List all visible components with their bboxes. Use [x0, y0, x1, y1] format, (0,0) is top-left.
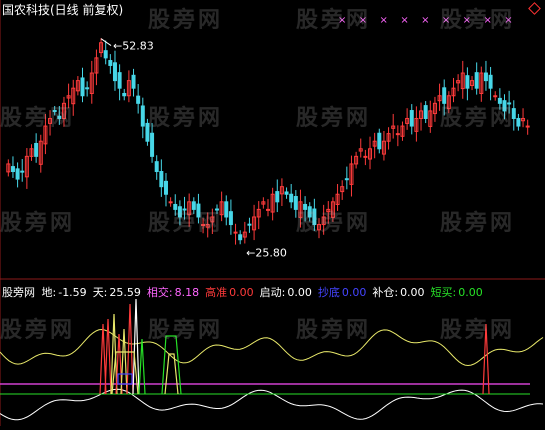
indicator-legend: 股旁网 地: -1.59 天: 25.59 相交: 8.18 高准 0.00 启动: 0.00 抄底…: [2, 284, 492, 300]
kline-chart: ←52.83 ←25.80 × × × × × × × × ×: [0, 0, 545, 426]
signal-marker: ×: [483, 15, 491, 26]
candle-body: [103, 50, 108, 59]
candle-body: [363, 155, 368, 158]
candle-body: [293, 196, 298, 210]
candle-body: [173, 203, 178, 210]
signal-marker: ×: [442, 15, 450, 26]
indicator-label: 相交:: [146, 286, 173, 299]
candle-body: [145, 122, 150, 142]
indicator-label: 地:: [41, 286, 57, 299]
indicator-value: 25.59: [109, 286, 141, 299]
candle-body: [442, 87, 447, 104]
candle-body: [395, 133, 400, 136]
candle-body: [52, 110, 57, 113]
candle-body: [201, 224, 206, 227]
indicator-value: 0.00: [341, 286, 367, 299]
signal-box: [117, 373, 133, 385]
candle-body: [163, 180, 168, 195]
candle-body: [140, 105, 145, 127]
signal-marker: ×: [504, 15, 512, 26]
indicator-value: -1.59: [58, 286, 87, 299]
indicator-value: 0.00: [400, 286, 425, 299]
candle-body: [266, 208, 270, 211]
indicator-line-sky: [0, 328, 544, 367]
chart-title: 国农科技(日线 前复权): [2, 3, 124, 17]
candle-body: [423, 105, 428, 119]
candle-body: [136, 95, 141, 104]
candle-body: [409, 110, 414, 127]
candle-body: [238, 234, 243, 241]
candle-body: [85, 87, 90, 90]
indicator-value: 0.00: [229, 286, 254, 299]
candle-body: [465, 75, 470, 89]
chart-stage: ←52.83 ←25.80 × × × × × × × × × 国农科技(日线 前复权) 股旁网 地…: [0, 0, 545, 426]
candle-body: [122, 92, 127, 97]
indicator-label: 高准: [205, 286, 228, 299]
candle-body: [474, 72, 479, 89]
candle-body: [228, 211, 233, 226]
candle-body: [303, 203, 308, 210]
indicator-label: 补仓:: [372, 286, 399, 299]
indicator-label: 短买:: [430, 286, 457, 299]
signal-marker: ×: [463, 15, 471, 26]
signal-plateau: [161, 335, 182, 395]
candle-body: [15, 168, 20, 180]
candle-body: [483, 72, 488, 82]
candle-body: [507, 102, 512, 105]
candle-body: [344, 178, 349, 181]
indicator-label: 抄底: [317, 286, 340, 299]
candle-body: [150, 132, 155, 157]
candle-body: [275, 191, 280, 203]
signal-marker: ×: [338, 15, 346, 26]
candle-body: [57, 115, 62, 119]
candle-body: [377, 132, 382, 150]
candle-body: [159, 171, 164, 188]
indicator-label: 天:: [92, 286, 108, 299]
candle-body: [511, 108, 516, 119]
candle-body: [191, 201, 196, 210]
signal-spike: [132, 298, 140, 395]
low-label: ←25.80: [246, 247, 287, 260]
indicator-items: 地: -1.59 天: 25.59 相交: 8.18 高准 0.00 启动: 0.00 抄底 0.00…: [42, 286, 489, 299]
candle-body: [196, 203, 201, 218]
candle-body: [289, 193, 294, 203]
candle-body: [80, 77, 85, 97]
candle-body: [168, 201, 173, 204]
candle-body: [10, 166, 15, 173]
signal-spike: [138, 338, 146, 395]
candle-body: [34, 142, 39, 157]
candle-body: [247, 223, 252, 226]
candle-body: [214, 208, 219, 211]
candle-body: [493, 95, 498, 98]
indicator-value: 0.00: [287, 286, 312, 299]
candle-body: [497, 97, 502, 104]
candle-body: [112, 62, 117, 82]
indicator-name: 股旁网: [2, 286, 35, 299]
signal-marker: ×: [421, 15, 429, 26]
candle-body: [108, 60, 113, 66]
signal-marker: ×: [400, 15, 408, 26]
candle-body: [312, 208, 317, 226]
candle-body: [488, 74, 493, 89]
candle-body: [284, 191, 289, 195]
candle-body: [154, 161, 159, 173]
candle-body: [20, 170, 25, 173]
candle-body: [177, 206, 182, 218]
signal-marker: ×: [359, 15, 367, 26]
candle-body: [182, 208, 187, 211]
indicator-label: 启动:: [259, 286, 286, 299]
candle-body: [502, 100, 507, 112]
indicator-value: 8.18: [174, 286, 200, 299]
indicator-value: 0.00: [458, 286, 483, 299]
signal-marker: ×: [380, 15, 388, 26]
high-label: ←52.83: [113, 40, 154, 53]
candle-body: [525, 125, 530, 128]
candle-body: [233, 231, 238, 234]
candle-body: [131, 74, 136, 89]
candle-body: [307, 206, 312, 218]
candle-body: [516, 117, 521, 127]
candle-body: [224, 201, 229, 218]
candle-body: [117, 72, 122, 89]
